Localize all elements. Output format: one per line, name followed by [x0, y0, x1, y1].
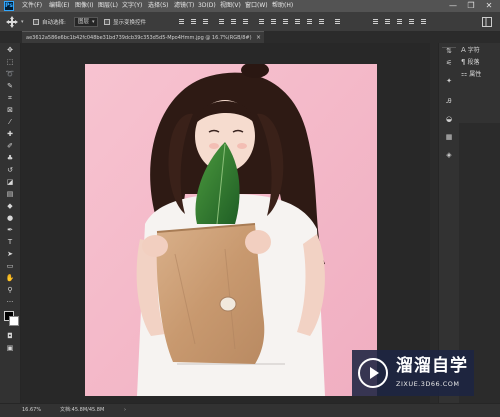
menu-help[interactable]: 帮助(H) [272, 2, 293, 10]
status-bar: 16.67% 文档:45.8M/45.8M › [0, 403, 500, 417]
watermark-badge: 溜溜自学 ZIXUE.3D66.COM [352, 350, 474, 396]
menu-select[interactable]: 选择(S) [148, 2, 169, 10]
zoom-tool-icon[interactable]: ⚲ [5, 285, 15, 295]
distribute-left-icon[interactable] [294, 18, 301, 25]
type-tool-icon[interactable]: T [5, 237, 15, 247]
crop-tool-icon[interactable]: ⌗ [5, 93, 15, 103]
menu-edit[interactable]: 编辑(E) [49, 2, 69, 10]
paragraph-panel-button[interactable]: ¶ 段落 [461, 57, 491, 67]
menu-type[interactable]: 文字(Y) [122, 2, 142, 10]
watermark-url: ZIXUE.3D66.COM [396, 380, 460, 388]
align-vcenter-icon[interactable] [230, 18, 237, 25]
document-tab-bar: ae3612a586e6bc1b42fc048be31bd739dcb39c35… [22, 31, 430, 43]
marquee-tool-icon[interactable]: ⬚ [5, 57, 15, 67]
align-hcenter-icon[interactable] [190, 18, 197, 25]
watermark-title: 溜溜自学 [396, 356, 468, 376]
auto-select-label: 自动选择: [42, 20, 66, 26]
auto-select-dropdown[interactable]: 图层 ▾ [74, 17, 98, 27]
move-tool-icon[interactable] [6, 16, 18, 28]
distribute-top-icon[interactable] [258, 18, 265, 25]
menu-3d[interactable]: 3D(D) [198, 2, 216, 10]
history-icon[interactable]: ⇅ [444, 46, 454, 56]
eraser-tool-icon[interactable]: ◪ [5, 177, 15, 187]
distribute-right-icon[interactable] [318, 18, 325, 25]
3d-slide-icon[interactable] [408, 18, 415, 25]
dodge-tool-icon[interactable]: ● [5, 213, 15, 223]
3d-orbit-icon[interactable] [372, 18, 379, 25]
align-bottom-icon[interactable] [242, 18, 249, 25]
menu-filter[interactable]: 滤镜(T) [174, 2, 194, 10]
3d-roll-icon[interactable] [384, 18, 391, 25]
chevron-down-icon: ▾ [92, 19, 95, 25]
menu-image[interactable]: 图像(I) [75, 2, 93, 10]
document-image[interactable] [85, 64, 377, 396]
maximize-button[interactable]: ❐ [464, 1, 478, 11]
blur-tool-icon[interactable]: ◆ [5, 201, 15, 211]
align-top-icon[interactable] [218, 18, 225, 25]
tools-panel: ✥ ⬚ ➰ ✎ ⌗ ⊠ ⁄ ✚ ✐ ♣ ↺ ◪ ▤ ◆ ● ✒ T ➤ ▭ ✋ … [0, 43, 21, 403]
menu-view[interactable]: 视图(V) [220, 2, 241, 10]
show-transform-checkbox[interactable] [104, 19, 110, 25]
path-select-tool-icon[interactable]: ➤ [5, 249, 15, 259]
quick-select-tool-icon[interactable]: ✎ [5, 81, 15, 91]
align-right-icon[interactable] [202, 18, 209, 25]
adjustments-icon[interactable]: ⚟ [444, 58, 454, 68]
play-logo-icon [358, 358, 388, 388]
close-window-button[interactable]: ✕ [482, 1, 496, 11]
healing-brush-tool-icon[interactable]: ✚ [5, 129, 15, 139]
gradient-tool-icon[interactable]: ▤ [5, 189, 15, 199]
distribute-vcenter-icon[interactable] [270, 18, 277, 25]
align-left-icon[interactable] [178, 18, 185, 25]
paragraph-label: 段落 [467, 59, 480, 66]
minimize-button[interactable]: — [446, 1, 460, 11]
frame-tool-icon[interactable]: ⊠ [5, 105, 15, 115]
menu-window[interactable]: 窗口(W) [245, 2, 268, 10]
libraries-icon[interactable]: ◒ [444, 114, 454, 124]
eyedropper-tool-icon[interactable]: ⁄ [5, 117, 15, 127]
photo-illustration [85, 64, 377, 396]
quick-mask-icon[interactable]: ◘ [5, 331, 15, 341]
photoshop-logo: Ps [4, 1, 14, 11]
screen-mode-icon[interactable]: ▣ [5, 343, 15, 353]
document-size: 文档:45.8M/45.8M [60, 407, 105, 413]
status-menu-icon[interactable]: › [124, 407, 126, 414]
background-color-swatch[interactable] [9, 316, 19, 326]
workspace-icon[interactable] [482, 17, 492, 27]
properties-panel-button[interactable]: ⚏ 属性 [461, 69, 491, 79]
menu-bar: Ps 文件(F) 编辑(E) 图像(I) 图层(L) 文字(Y) 选择(S) 滤… [0, 0, 500, 12]
brush-presets-icon[interactable]: ✦ [444, 76, 454, 86]
3d-pan-icon[interactable] [396, 18, 403, 25]
auto-select-value: 图层 [78, 19, 90, 25]
paths-icon[interactable]: Ꭿ [444, 96, 454, 106]
clone-stamp-tool-icon[interactable]: ♣ [5, 153, 15, 163]
show-transform-label: 显示变换控件 [113, 20, 147, 26]
lasso-tool-icon[interactable]: ➰ [5, 69, 15, 79]
pen-tool-icon[interactable]: ✒ [5, 225, 15, 235]
history-brush-tool-icon[interactable]: ↺ [5, 165, 15, 175]
character-panel-button[interactable]: A 字符 [461, 45, 491, 55]
chevron-down-icon[interactable]: ▾ [21, 20, 26, 25]
properties-label: 属性 [469, 71, 482, 78]
close-document-icon[interactable]: × [256, 34, 261, 42]
options-bar: ▾ 自动选择: 图层 ▾ 显示变换控件 [0, 12, 500, 32]
layers-stack-icon[interactable]: ◈ [444, 150, 454, 160]
distribute-hcenter-icon[interactable] [306, 18, 313, 25]
auto-align-icon[interactable] [334, 18, 341, 25]
move-tool-icon[interactable]: ✥ [5, 45, 15, 55]
menu-file[interactable]: 文件(F) [22, 2, 42, 10]
character-label: 字符 [467, 47, 480, 54]
menu-layer[interactable]: 图层(L) [98, 2, 118, 10]
auto-select-checkbox[interactable] [33, 19, 39, 25]
hand-tool-icon[interactable]: ✋ [5, 273, 15, 283]
3d-scale-icon[interactable] [420, 18, 427, 25]
more-tools-icon[interactable]: ··· [5, 297, 15, 307]
document-tab-label: ae3612a586e6bc1b42fc048be31bd739dcb39c35… [26, 35, 252, 41]
distribute-bottom-icon[interactable] [282, 18, 289, 25]
rectangle-tool-icon[interactable]: ▭ [5, 261, 15, 271]
document-tab[interactable]: ae3612a586e6bc1b42fc048be31bd739dcb39c35… [22, 31, 264, 43]
brush-tool-icon[interactable]: ✐ [5, 141, 15, 151]
zoom-level[interactable]: 16.67% [22, 407, 41, 414]
swatches-grid-icon[interactable]: ▦ [444, 132, 454, 142]
panel-dock-labels: A 字符 ¶ 段落 ⚏ 属性 [458, 43, 500, 123]
